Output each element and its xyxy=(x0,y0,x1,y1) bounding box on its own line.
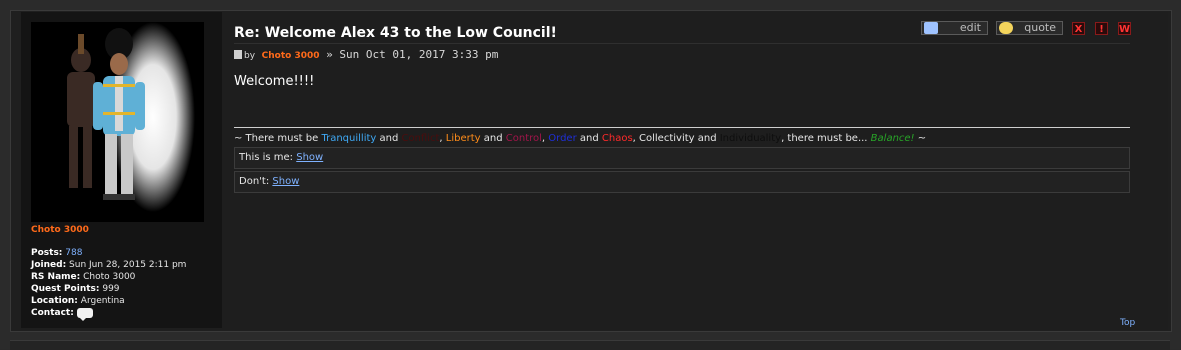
title-divider xyxy=(234,43,1130,44)
signature-part: , there must be... xyxy=(781,133,871,144)
edit-button-label: edit xyxy=(959,21,981,34)
signature-divider xyxy=(234,127,1130,128)
spoiler-label: This is me: xyxy=(239,152,294,163)
profile-contact: Contact: xyxy=(31,307,186,321)
avatar[interactable] xyxy=(31,22,204,222)
signature-part: Liberty xyxy=(445,133,481,144)
posts-count-link[interactable]: 788 xyxy=(65,248,82,258)
rsname-label: RS Name: xyxy=(31,272,81,282)
location-value: Argentina xyxy=(80,296,125,306)
report-post-button[interactable]: ! xyxy=(1095,22,1108,35)
location-label: Location: xyxy=(31,296,78,306)
post-content: Welcome!!!! xyxy=(234,74,315,89)
signature-part: ~ xyxy=(914,133,927,144)
quote-button[interactable]: quote xyxy=(996,21,1063,35)
profile-rsname: RS Name: Choto 3000 xyxy=(31,271,186,283)
signature-part: and xyxy=(480,133,506,144)
signature-part: Conflict xyxy=(401,133,440,144)
signature-part: and xyxy=(376,133,402,144)
joined-label: Joined: xyxy=(31,260,67,270)
by-label: by xyxy=(244,51,256,61)
contact-speech-bubble-icon[interactable] xyxy=(76,307,93,321)
signature-part: Chaos xyxy=(601,133,633,144)
spoiler-show-link[interactable]: Show xyxy=(272,176,299,187)
back-to-top-link[interactable]: Top xyxy=(1120,318,1135,328)
edit-button[interactable]: edit xyxy=(921,21,988,35)
delete-post-button[interactable]: X xyxy=(1072,22,1085,35)
profile-username[interactable]: Choto 3000 xyxy=(31,225,89,235)
spoiler-label: Don't: xyxy=(239,176,270,187)
contact-label: Contact: xyxy=(31,308,74,318)
quote-button-label: quote xyxy=(1024,21,1056,34)
spoiler-box-dont: Don't: Show xyxy=(234,171,1130,193)
posts-label: Posts: xyxy=(31,248,63,258)
avatar-image xyxy=(31,22,204,222)
profile-posts: Posts: 788 xyxy=(31,247,186,259)
quote-bubble-icon xyxy=(999,22,1013,34)
signature-part: and xyxy=(576,133,602,144)
profile-joined: Joined: Sun Jun 28, 2015 2:11 pm xyxy=(31,259,186,271)
joined-value: Sun Jun 28, 2015 2:11 pm xyxy=(69,260,187,270)
signature-part: Balance! xyxy=(870,133,915,144)
signature-part: Tranquillity xyxy=(321,133,377,144)
post-author-link[interactable]: Choto 3000 xyxy=(262,51,320,61)
post-timestamp: Sun Oct 01, 2017 3:33 pm xyxy=(339,48,499,61)
signature-text: ~ There must be Tranquillity and Conflic… xyxy=(234,133,926,144)
signature-part: Individuality xyxy=(719,133,782,144)
profile-details: Posts: 788 Joined: Sun Jun 28, 2015 2:11… xyxy=(31,247,186,321)
signature-part: Order xyxy=(548,133,577,144)
quest-points-label: Quest Points: xyxy=(31,284,100,294)
edit-pencil-icon xyxy=(924,22,938,34)
profile-location: Location: Argentina xyxy=(31,295,186,307)
spoiler-show-link[interactable]: Show xyxy=(296,152,323,163)
profile-quest-points: Quest Points: 999 xyxy=(31,283,186,295)
quest-points-value: 999 xyxy=(102,284,120,294)
meta-separator: » xyxy=(326,48,333,61)
post-document-icon[interactable] xyxy=(234,50,242,59)
spoiler-box-this-is-me: This is me: Show xyxy=(234,147,1130,169)
signature-part: Control xyxy=(505,133,542,144)
signature-part: , Collectivity and xyxy=(632,133,720,144)
post-title[interactable]: Re: Welcome Alex 43 to the Low Council! xyxy=(234,25,557,41)
warn-user-button[interactable]: W xyxy=(1118,22,1131,35)
signature-part: ~ There must be xyxy=(234,133,322,144)
rsname-value: Choto 3000 xyxy=(83,272,136,282)
post-meta: by Choto 3000 » Sun Oct 01, 2017 3:33 pm xyxy=(234,48,498,61)
